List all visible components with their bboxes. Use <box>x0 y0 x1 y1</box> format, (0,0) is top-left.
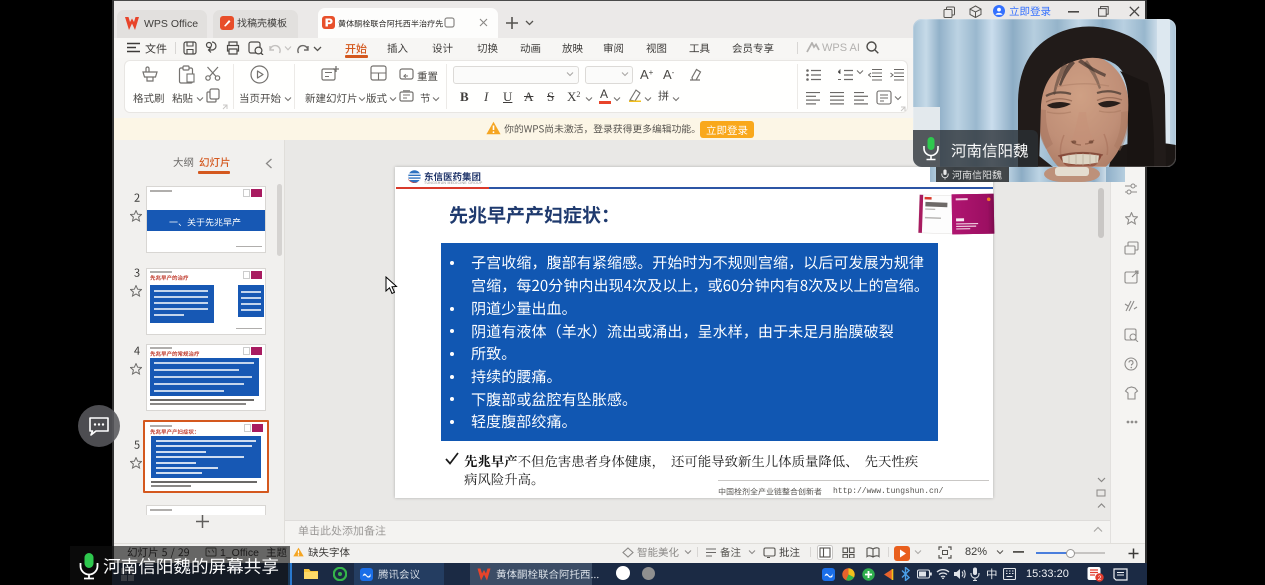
svg-text:2: 2 <box>1098 575 1102 582</box>
